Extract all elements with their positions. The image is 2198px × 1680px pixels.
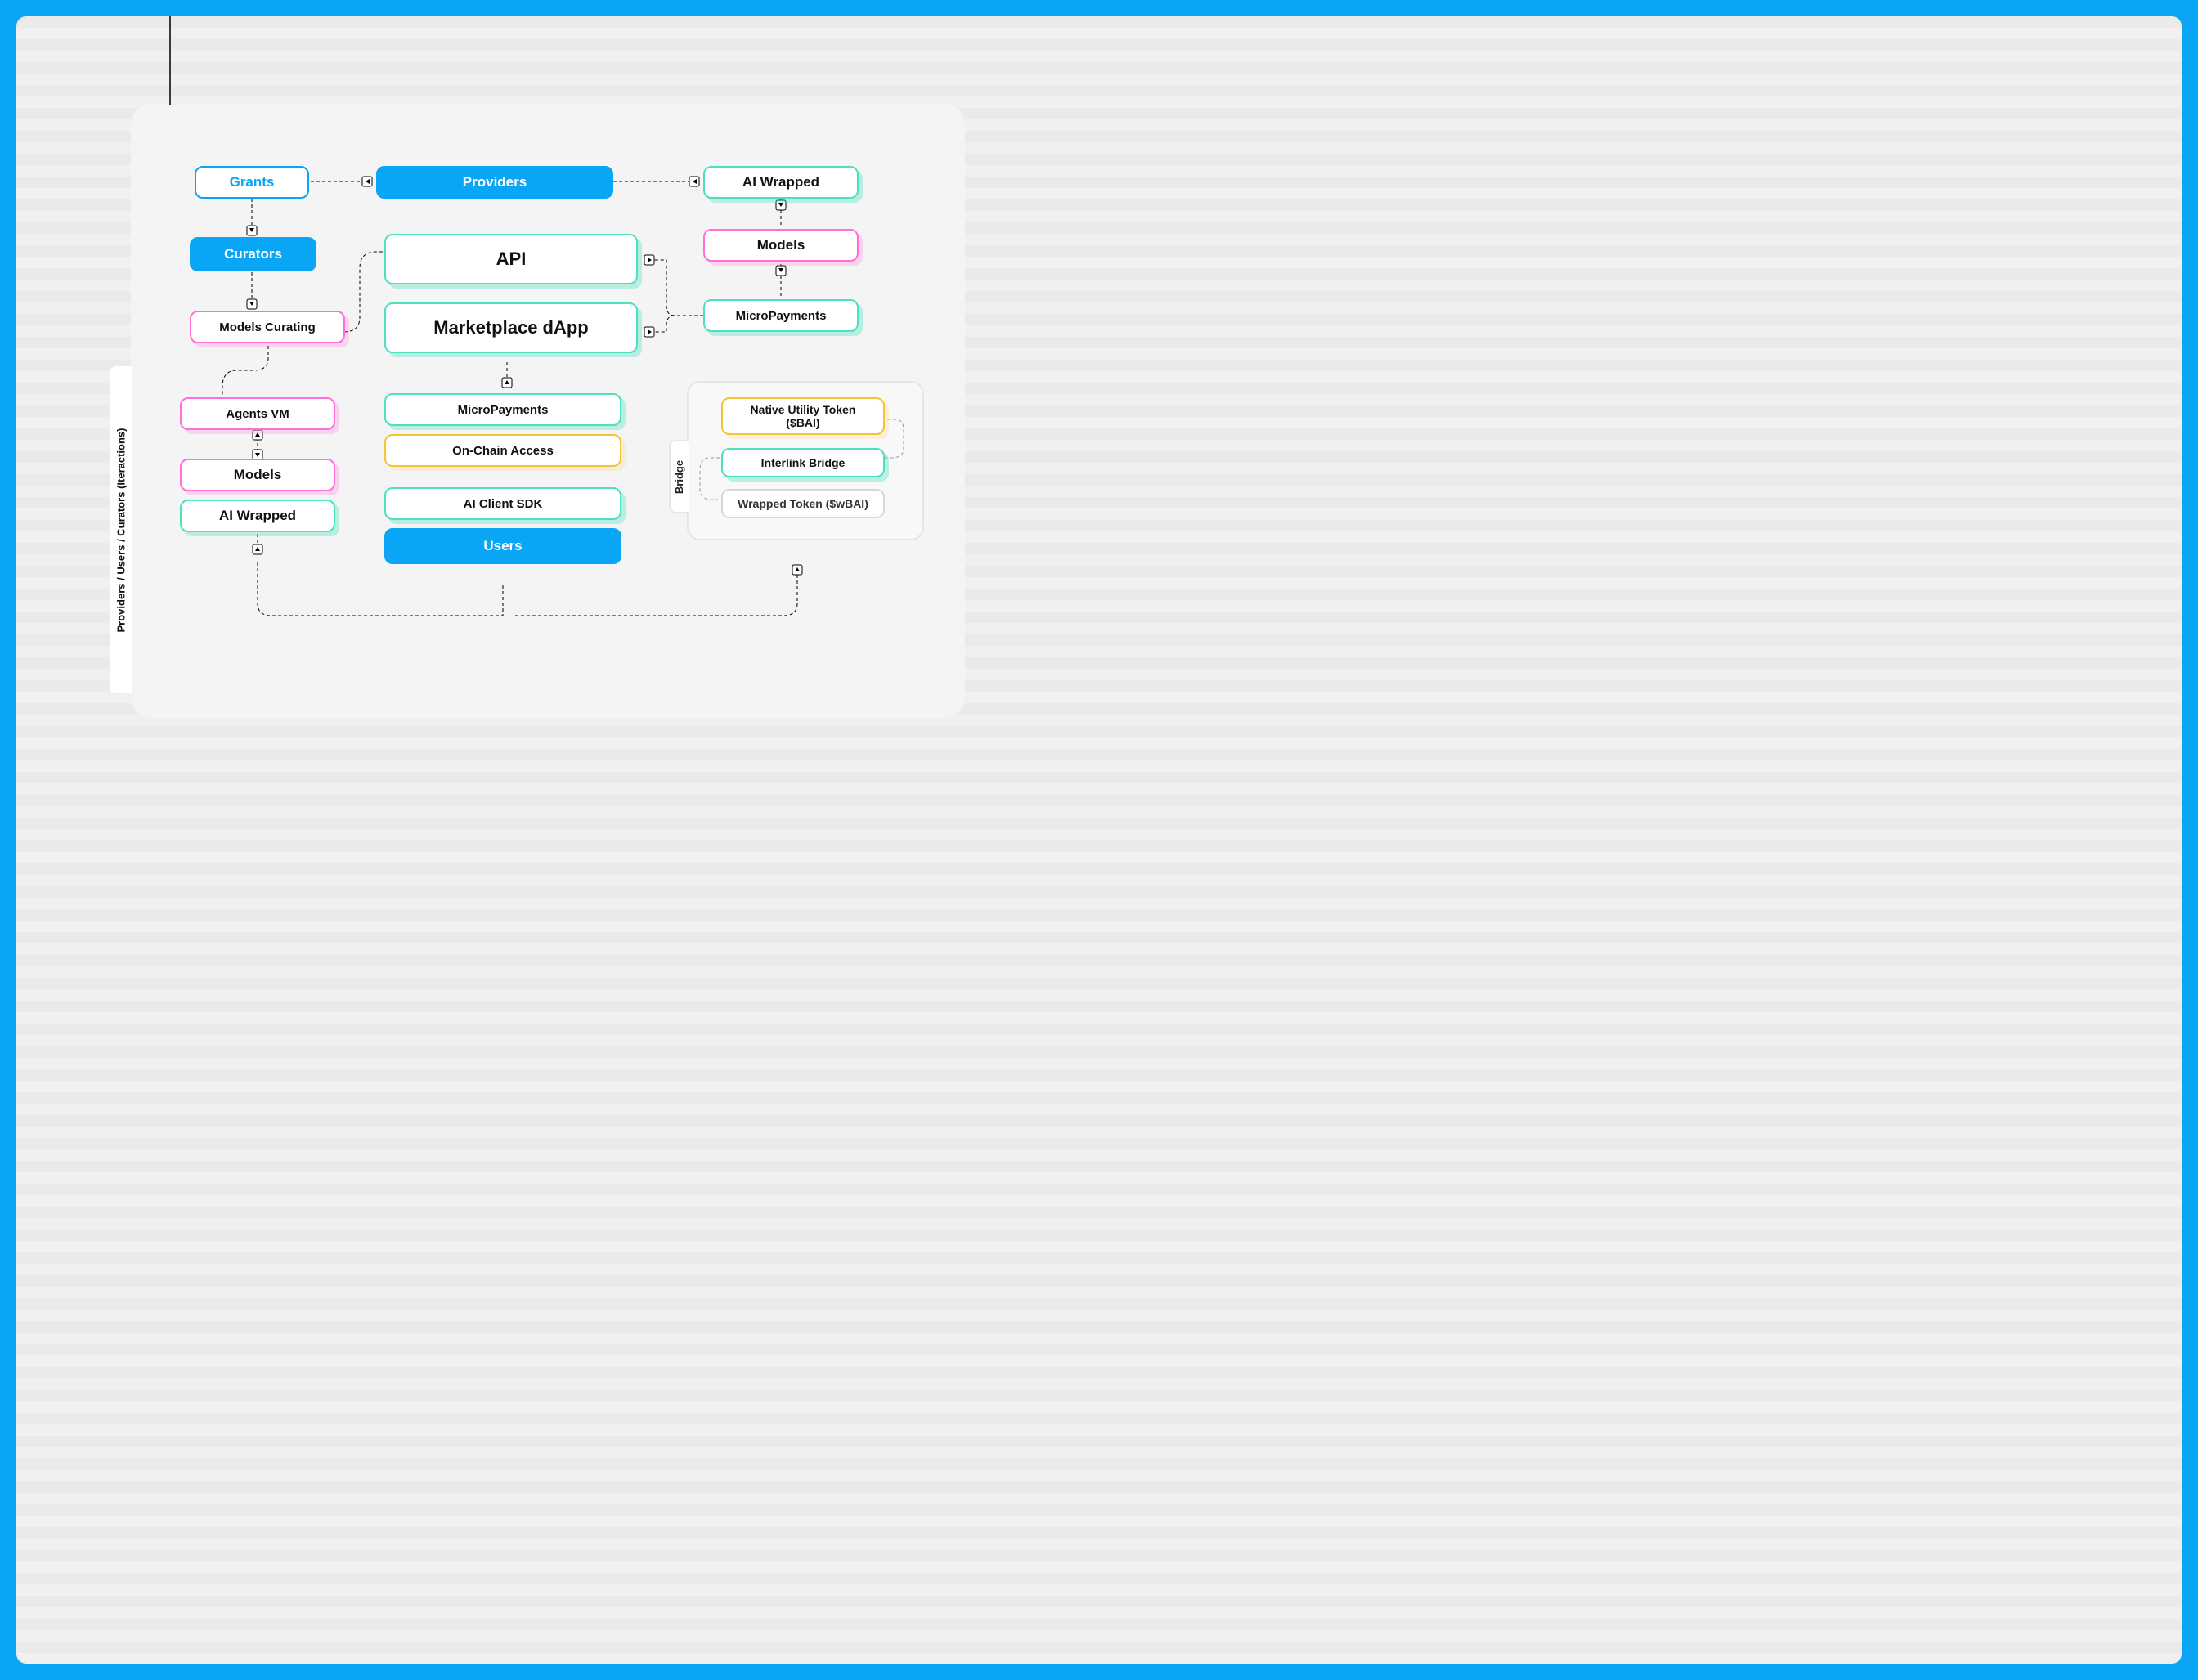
node-ai-wrapped-left: AI Wrapped <box>180 500 335 532</box>
label: AI Wrapped <box>742 174 819 190</box>
diagram-canvas: Providers / Users / Curators (Iteraction… <box>16 16 2182 1664</box>
label: Grants <box>230 174 275 190</box>
label: MicroPayments <box>458 403 549 417</box>
node-agents-vm: Agents VM <box>180 397 335 430</box>
label: AI Wrapped <box>219 508 296 524</box>
node-native-token: Native Utility Token ($BAI) <box>721 397 885 435</box>
node-users: Users <box>384 528 621 564</box>
label: On-Chain Access <box>452 444 554 458</box>
bridge-tab: Bridge <box>669 440 689 513</box>
label: API <box>496 249 527 270</box>
label: Models Curating <box>219 320 316 334</box>
node-micropayments-right: MicroPayments <box>703 299 859 332</box>
bridge-box: Bridge Native Utility Token ($BAI) Inter… <box>687 381 924 540</box>
node-interlink-bridge: Interlink Bridge <box>721 448 885 477</box>
label: Bridge <box>674 459 686 493</box>
node-curators: Curators <box>190 237 316 271</box>
label: MicroPayments <box>736 309 827 323</box>
node-models-top: Models <box>703 229 859 262</box>
node-ai-wrapped-top: AI Wrapped <box>703 166 859 199</box>
label: Users <box>483 538 522 554</box>
label: Interlink Bridge <box>761 456 846 469</box>
label: Marketplace dApp <box>433 317 589 338</box>
node-ai-client-sdk: AI Client SDK <box>384 487 621 520</box>
node-api: API <box>384 234 638 284</box>
label: Curators <box>224 246 282 262</box>
node-providers: Providers <box>376 166 613 199</box>
node-models-curating: Models Curating <box>190 311 345 343</box>
node-grants: Grants <box>195 166 309 199</box>
diagram-panel: Providers / Users / Curators (Iteraction… <box>131 105 965 718</box>
side-tab: Providers / Users / Curators (Iteraction… <box>110 366 132 693</box>
label: Models <box>757 237 805 253</box>
node-onchain-access: On-Chain Access <box>384 434 621 467</box>
node-wrapped-token: Wrapped Token ($wBAI) <box>721 489 885 518</box>
label: AI Client SDK <box>464 497 543 511</box>
node-micropayments-center: MicroPayments <box>384 393 621 426</box>
node-marketplace: Marketplace dApp <box>384 302 638 353</box>
label: Wrapped Token ($wBAI) <box>738 497 868 510</box>
label: Agents VM <box>226 407 289 421</box>
side-tab-label: Providers / Users / Curators (Iteraction… <box>115 428 128 632</box>
label: Providers <box>463 174 527 190</box>
node-models-left: Models <box>180 459 335 491</box>
label: Models <box>234 467 282 483</box>
label: Native Utility Token ($BAI) <box>733 403 873 429</box>
